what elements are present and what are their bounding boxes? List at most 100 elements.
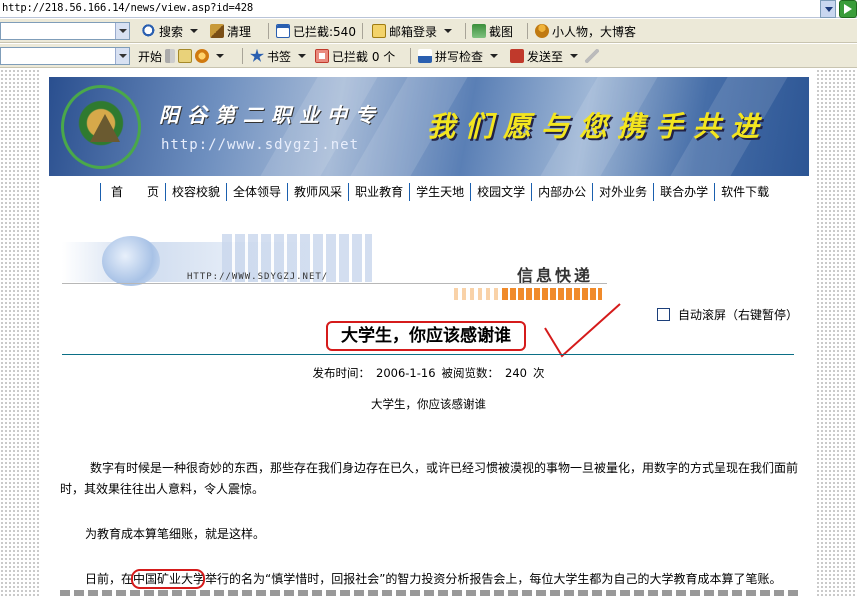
blog-tip-label: 小人物，大博客 (552, 24, 637, 39)
broom-icon (210, 24, 224, 38)
title-rule (62, 354, 794, 355)
circle-annotation (131, 569, 205, 589)
publish-date: 2006-1-16 (376, 366, 436, 380)
banner-url: http://www.sdygzj.net (161, 137, 360, 153)
school-logo (61, 85, 141, 169)
nav-item-teachers[interactable]: 教师风采 (287, 183, 348, 201)
article-subtitle: 大学生，你应该感谢谁 (371, 397, 486, 411)
section-url: HTTP://WWW.SDYGZJ.NET/ (187, 272, 329, 282)
start-button[interactable]: 开始 (138, 48, 225, 64)
blocked-count-label: 已拦截:540 (293, 24, 356, 39)
globe-graphic (102, 236, 160, 286)
address-dropdown-button[interactable] (820, 0, 836, 18)
spellcheck-label: 拼写检查 (435, 49, 484, 64)
autoscroll-label: 自动滚屏（右键暂停） (678, 308, 799, 322)
main-nav: 首 页 校容校貌 全体领导 教师风采 职业教育 学生天地 校园文学 内部办公 对… (100, 180, 775, 204)
logo-emblem (90, 114, 120, 142)
bookmarks-label: 书签 (267, 49, 292, 64)
go-button[interactable] (839, 0, 857, 18)
search-options-caret[interactable] (190, 29, 199, 33)
mail-login-label: 邮箱登录 (389, 24, 438, 39)
section-title: 信息快递 (517, 266, 594, 285)
nav-item-joint[interactable]: 联合办学 (653, 183, 714, 201)
article-title: 大学生，你应该感谢谁 (326, 321, 526, 351)
clear-label: 清理 (227, 24, 252, 39)
search-button[interactable]: 搜索 (142, 23, 199, 39)
spellcheck-button[interactable]: 拼写检查 (418, 48, 499, 64)
spellcheck-caret[interactable] (490, 54, 499, 58)
autoscroll-checkbox[interactable] (657, 308, 670, 321)
screenshot-button[interactable]: 截图 (472, 23, 513, 39)
mail-login-caret[interactable] (444, 29, 453, 33)
send-icon (510, 49, 524, 63)
nav-item-students[interactable]: 学生天地 (409, 183, 470, 201)
start-label: 开始 (138, 49, 163, 64)
note-icon (178, 49, 193, 63)
clip-button[interactable] (585, 48, 599, 64)
toolbar-separator (465, 23, 466, 39)
links-toolbar: 开始 书签 已拦截 0 个 拼写检查 发送至 (0, 44, 857, 68)
magnifier-icon (142, 24, 156, 38)
toolbar-separator (527, 23, 528, 39)
ad-block-icon (315, 49, 329, 63)
search-box[interactable] (0, 22, 130, 40)
nav-item-office[interactable]: 内部办公 (531, 183, 592, 201)
screenshot-label: 截图 (489, 24, 514, 39)
mail-login-button[interactable]: 邮箱登录 (372, 23, 453, 39)
bookmarks-caret[interactable] (298, 54, 307, 58)
clear-button[interactable]: 清理 (210, 23, 251, 39)
popup-blocker-button[interactable]: 已拦截:540 (276, 23, 356, 39)
search-dropdown-arrow[interactable] (115, 23, 129, 39)
send-to-label: 发送至 (527, 49, 564, 64)
nav-arrows-icon (165, 49, 176, 63)
send-to-button[interactable]: 发送至 (510, 48, 579, 64)
site-banner: 阳谷第二职业中专 http://www.sdygzj.net 我们愿与您携手共进 (49, 77, 809, 176)
views-count: 240 (505, 366, 527, 380)
toolbar-separator (410, 48, 411, 64)
address-url[interactable]: http://218.56.166.14/news/view.asp?id=42… (2, 2, 253, 14)
toolbar-separator (268, 23, 269, 39)
article-meta: 发布时间： 2006-1-16 被阅览数： 240 次 (0, 365, 857, 381)
search-label: 搜索 (159, 24, 184, 39)
toolbar-select[interactable] (0, 47, 130, 65)
toolbar-select-arrow[interactable] (115, 48, 129, 64)
star-icon (250, 49, 264, 62)
popup-blocked-icon (276, 24, 290, 38)
nav-item-business[interactable]: 对外业务 (592, 183, 653, 201)
nav-item-leadership[interactable]: 全体领导 (226, 183, 287, 201)
views-unit: 次 (532, 366, 545, 380)
search-toolbar: 搜索 清理 已拦截:540 邮箱登录 截图 小人物，大博客 (0, 19, 857, 43)
nav-item-campus[interactable]: 校容校貌 (165, 183, 226, 201)
person-icon (535, 24, 549, 38)
school-name: 阳谷第二职业中专 (159, 103, 383, 127)
autoscroll-option[interactable]: 自动滚屏（右键暂停） (657, 306, 798, 323)
nav-item-home[interactable]: 首 页 (100, 183, 165, 201)
checkmark-annotation (544, 303, 621, 358)
bookmarks-button[interactable]: 书签 (250, 48, 307, 64)
tools-caret[interactable] (216, 54, 225, 58)
blog-tip-link[interactable]: 小人物，大博客 (535, 23, 636, 39)
send-to-caret[interactable] (570, 54, 579, 58)
ad-blocker-button[interactable]: 已拦截 0 个 (315, 48, 395, 64)
header-orange-blocks (502, 288, 602, 300)
article-paragraph: 为教育成本算笔细账，就是这样。 (85, 527, 266, 541)
article-paragraph: 数字有时候是一种很奇妙的东西，那些存在我们身边存在已久，或许已经习惯被漠视的事物… (60, 461, 799, 496)
mail-icon (372, 24, 386, 38)
toolbar-separator (242, 48, 243, 64)
gear-icon (195, 49, 210, 63)
screenshot-icon (472, 24, 486, 38)
publish-label: 发布时间： (312, 366, 371, 380)
nav-item-vocational[interactable]: 职业教育 (348, 183, 409, 201)
header-orange-fade (454, 288, 502, 300)
paperclip-icon (585, 49, 599, 63)
ad-blocked-label: 已拦截 0 个 (332, 49, 396, 64)
nav-item-literature[interactable]: 校园文学 (470, 183, 531, 201)
article-paragraph-cutoff (60, 590, 800, 596)
views-label: 被阅览数： (441, 366, 500, 380)
toolbar-separator (362, 23, 363, 39)
address-bar[interactable]: http://218.56.166.14/news/view.asp?id=42… (0, 0, 857, 18)
section-header: HTTP://WWW.SDYGZJ.NET/ 信息快递 (62, 228, 607, 304)
banner-slogan: 我们愿与您携手共进 (427, 110, 770, 143)
spellcheck-icon (418, 49, 432, 63)
nav-item-downloads[interactable]: 软件下载 (714, 183, 775, 201)
